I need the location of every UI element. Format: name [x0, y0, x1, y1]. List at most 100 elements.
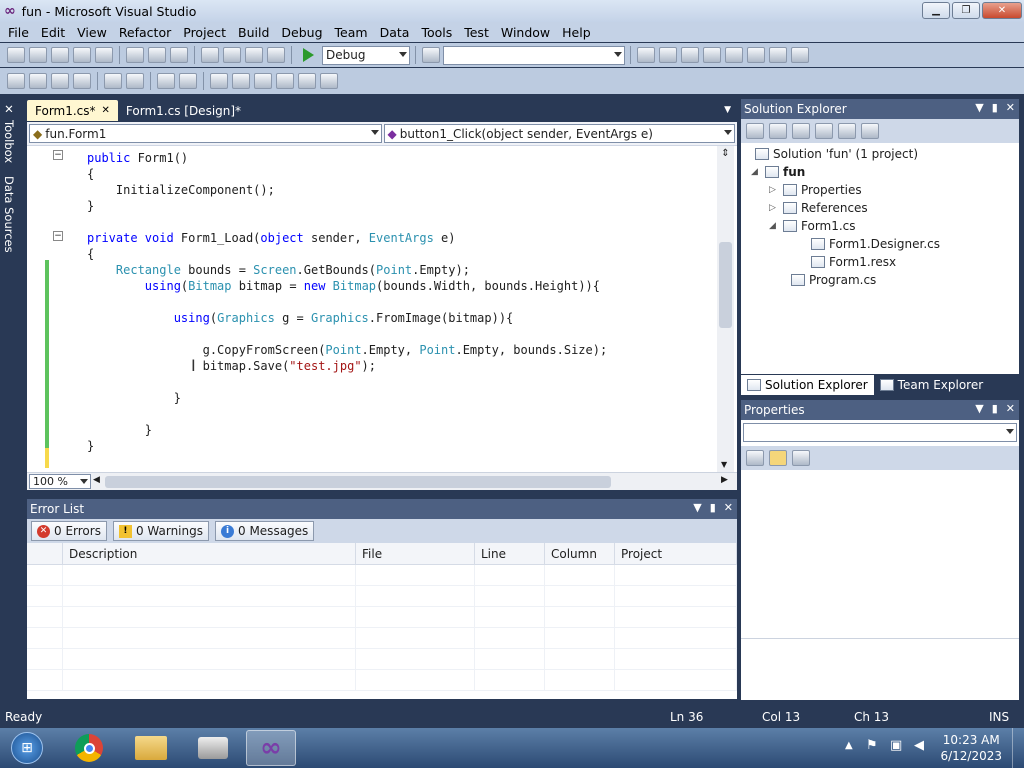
start-page-icon[interactable]: [747, 47, 765, 63]
view-designer-icon[interactable]: [838, 123, 856, 139]
extension-manager-icon[interactable]: [725, 47, 743, 63]
menu-window[interactable]: Window: [495, 25, 556, 40]
tab-form1-design[interactable]: Form1.cs [Design]*: [118, 100, 249, 121]
taskbar-chrome[interactable]: [64, 730, 114, 766]
code-line[interactable]: using(Bitmap bitmap = new Bitmap(bounds.…: [87, 278, 600, 294]
form1-designer-node[interactable]: Form1.Designer.cs: [811, 237, 940, 251]
properties-node[interactable]: ▷ Properties: [769, 183, 862, 197]
code-line[interactable]: {: [87, 166, 94, 182]
undo-icon[interactable]: [201, 47, 219, 63]
close-tab-icon[interactable]: ✕: [102, 105, 110, 116]
references-node[interactable]: ▷ References: [769, 201, 868, 215]
pin-icon[interactable]: ▮: [992, 101, 998, 114]
scroll-right-icon[interactable]: ▶: [721, 475, 728, 485]
pin-icon[interactable]: ✕: [2, 102, 16, 116]
display-object-members-icon[interactable]: [7, 73, 25, 89]
solution-explorer-icon[interactable]: [637, 47, 655, 63]
taskbar-printer[interactable]: [188, 730, 238, 766]
restore-button[interactable]: ❐: [952, 2, 980, 19]
vertical-scrollbar[interactable]: ⇕ ▼: [717, 146, 734, 472]
column-severity[interactable]: [27, 543, 63, 564]
toolbox-tab[interactable]: Toolbox: [2, 120, 16, 163]
uncomment-lines-icon[interactable]: [179, 73, 197, 89]
next-bookmark-folder-icon[interactable]: [298, 73, 316, 89]
zoom-dropdown[interactable]: 100 %: [29, 474, 91, 489]
previous-bookmark-icon[interactable]: [232, 73, 250, 89]
menu-test[interactable]: Test: [458, 25, 495, 40]
show-hidden-icons[interactable]: ▲: [845, 740, 853, 751]
menu-debug[interactable]: Debug: [275, 25, 328, 40]
scroll-thumb[interactable]: [719, 242, 732, 328]
save-all-icon[interactable]: [95, 47, 113, 63]
cut-icon[interactable]: [126, 47, 144, 63]
menu-file[interactable]: File: [2, 25, 35, 40]
find-in-files-icon[interactable]: [422, 47, 440, 63]
property-pages-icon[interactable]: [792, 450, 810, 466]
solution-node[interactable]: Solution 'fun' (1 project): [755, 147, 918, 161]
code-line[interactable]: public Form1(): [87, 150, 188, 166]
comment-lines-icon[interactable]: [157, 73, 175, 89]
close-icon[interactable]: ✕: [1006, 402, 1015, 415]
horizontal-scroll-thumb[interactable]: [105, 476, 611, 488]
menu-project[interactable]: Project: [177, 25, 232, 40]
code-line[interactable]: }: [87, 422, 152, 438]
tab-team-explorer[interactable]: Team Explorer: [874, 375, 990, 395]
new-project-icon[interactable]: [7, 47, 25, 63]
pin-icon[interactable]: ▮: [710, 501, 716, 514]
previous-bookmark-folder-icon[interactable]: [276, 73, 294, 89]
code-line[interactable]: private void Form1_Load(object sender, E…: [87, 230, 456, 246]
display-quick-info-icon[interactable]: [51, 73, 69, 89]
action-center-icon[interactable]: ⚑: [866, 738, 878, 753]
menu-edit[interactable]: Edit: [35, 25, 71, 40]
close-icon[interactable]: ✕: [724, 501, 733, 514]
pin-icon[interactable]: ▮: [992, 402, 998, 415]
volume-icon[interactable]: ◀: [914, 738, 924, 753]
code-editor[interactable]: − − public Form1(){ InitializeComponent(…: [27, 146, 737, 472]
program-node[interactable]: Program.cs: [791, 273, 876, 287]
menu-build[interactable]: Build: [232, 25, 275, 40]
open-file-icon[interactable]: [51, 47, 69, 63]
output-window-icon[interactable]: [791, 47, 809, 63]
save-icon[interactable]: [73, 47, 91, 63]
show-all-files-icon[interactable]: [769, 123, 787, 139]
view-code-icon[interactable]: [815, 123, 833, 139]
view-class-diagram-icon[interactable]: [861, 123, 879, 139]
form1-node[interactable]: ◢ Form1.cs: [769, 219, 856, 233]
project-node[interactable]: ◢ fun: [751, 165, 805, 179]
split-icon[interactable]: ⇕: [719, 148, 732, 162]
code-line[interactable]: Rectangle bounds = Screen.GetBounds(Poin…: [87, 262, 470, 278]
class-dropdown[interactable]: ◆ fun.Form1: [29, 124, 382, 143]
errors-filter-button[interactable]: ✕ 0 Errors: [31, 521, 107, 541]
member-dropdown[interactable]: ◆ button1_Click(object sender, EventArgs…: [383, 124, 735, 143]
increase-indent-icon[interactable]: [126, 73, 144, 89]
object-browser-icon[interactable]: [681, 47, 699, 63]
navigate-forward-icon[interactable]: [267, 47, 285, 63]
collapsed-icon[interactable]: ▷: [769, 203, 779, 213]
close-button[interactable]: ✕: [982, 2, 1022, 19]
add-item-icon[interactable]: [29, 47, 47, 63]
code-line[interactable]: InitializeComponent();: [87, 182, 275, 198]
tab-solution-explorer[interactable]: Solution Explorer: [741, 374, 874, 395]
scroll-down-icon[interactable]: ▼: [721, 460, 727, 469]
code-line[interactable]: g.CopyFromScreen(Point.Empty, Point.Empt…: [87, 342, 608, 358]
code-line[interactable]: bitmap.Save("test.jpg");: [87, 358, 376, 374]
alphabetical-icon[interactable]: [769, 450, 787, 466]
code-line[interactable]: using(Graphics g = Graphics.FromImage(bi…: [87, 310, 514, 326]
navigate-backward-icon[interactable]: [245, 47, 263, 63]
menu-view[interactable]: View: [71, 25, 113, 40]
toggle-bookmark-icon[interactable]: [210, 73, 228, 89]
next-bookmark-icon[interactable]: [254, 73, 272, 89]
code-line[interactable]: }: [87, 438, 94, 454]
form1-resx-node[interactable]: Form1.resx: [811, 255, 896, 269]
start-button[interactable]: ⊞: [2, 730, 52, 766]
expanded-icon[interactable]: ◢: [769, 221, 779, 231]
redo-icon[interactable]: [223, 47, 241, 63]
collapsed-icon[interactable]: ▷: [769, 185, 779, 195]
refresh-icon[interactable]: [792, 123, 810, 139]
panel-menu-icon[interactable]: ▼: [975, 402, 983, 415]
code-line[interactable]: {: [87, 246, 94, 262]
data-sources-tab[interactable]: Data Sources: [2, 176, 16, 253]
toolbox-icon[interactable]: [703, 47, 721, 63]
properties-icon[interactable]: [746, 123, 764, 139]
display-word-completion-icon[interactable]: [73, 73, 91, 89]
